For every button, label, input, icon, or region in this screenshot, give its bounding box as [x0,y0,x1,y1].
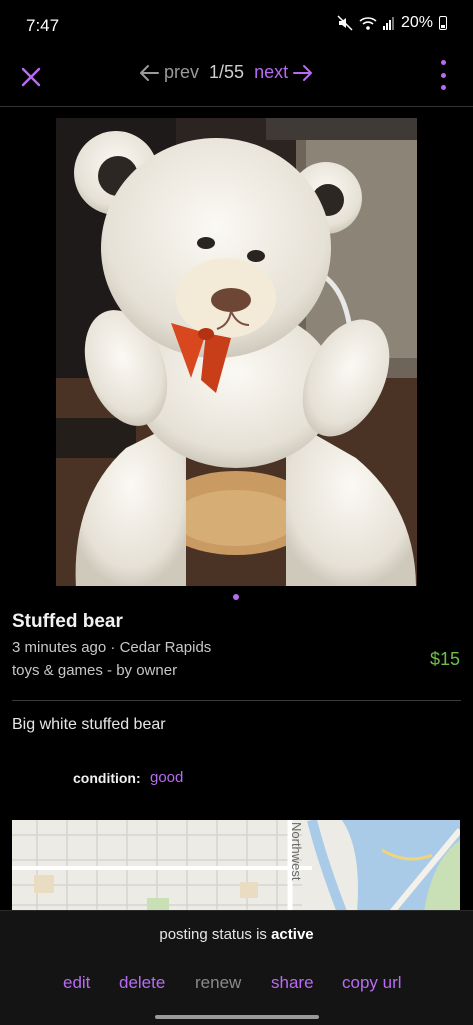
top-nav: prev 1/55 next [0,50,473,107]
arrow-left-icon [140,64,159,81]
battery-icon [439,16,447,30]
map-street-label: Northwest [289,822,304,881]
posting-status: posting status is active [0,926,473,943]
posted-time: 3 minutes ago [12,639,107,656]
mute-icon [337,15,353,31]
battery-text: 20% [400,14,433,31]
teddy-bear-image [56,118,417,586]
status-icons: 20% [337,14,447,32]
location-map[interactable]: Northwest [12,820,460,912]
condition-value[interactable]: good [150,769,183,786]
home-indicator[interactable] [155,1015,319,1019]
signal-icon [382,16,395,30]
more-vertical-icon[interactable] [436,60,450,90]
posting-status-value: active [271,926,314,943]
listing-location: Cedar Rapids [119,639,212,656]
listing-category: toys & games - by owner [12,662,178,679]
close-button[interactable] [18,64,44,90]
listing-title: Stuffed bear [12,611,123,632]
page-counter: 1/55 [209,62,245,82]
delete-button[interactable]: delete [119,973,165,993]
pager: prev 1/55 next [138,62,314,83]
next-button[interactable]: next [254,62,314,83]
next-label: next [254,62,289,82]
photo-indicator-dot [233,594,239,600]
listing-meta: 3 minutes ago · Cedar Rapids [12,639,211,656]
renew-button[interactable]: renew [195,973,241,993]
listing-photo[interactable] [56,118,417,586]
close-icon [21,67,41,87]
divider [12,700,461,701]
wifi-icon [359,15,377,31]
condition-label: condition: [73,770,141,786]
status-time: 7:47 [26,16,60,35]
map-image [12,820,460,912]
posting-status-prefix: posting status is [159,926,272,943]
arrow-right-icon [293,64,313,81]
status-bar: 7:47 20% [0,0,473,50]
bottom-panel: posting status is active edit delete ren… [0,910,473,1025]
meta-separator: · [106,639,120,656]
edit-button[interactable]: edit [63,973,90,993]
listing-price: $15 [429,649,460,669]
copy-url-button[interactable]: copy url [342,973,402,993]
listing-description: Big white stuffed bear [12,716,166,733]
share-button[interactable]: share [271,973,314,993]
prev-label: prev [164,62,200,82]
prev-button[interactable]: prev [138,62,199,83]
